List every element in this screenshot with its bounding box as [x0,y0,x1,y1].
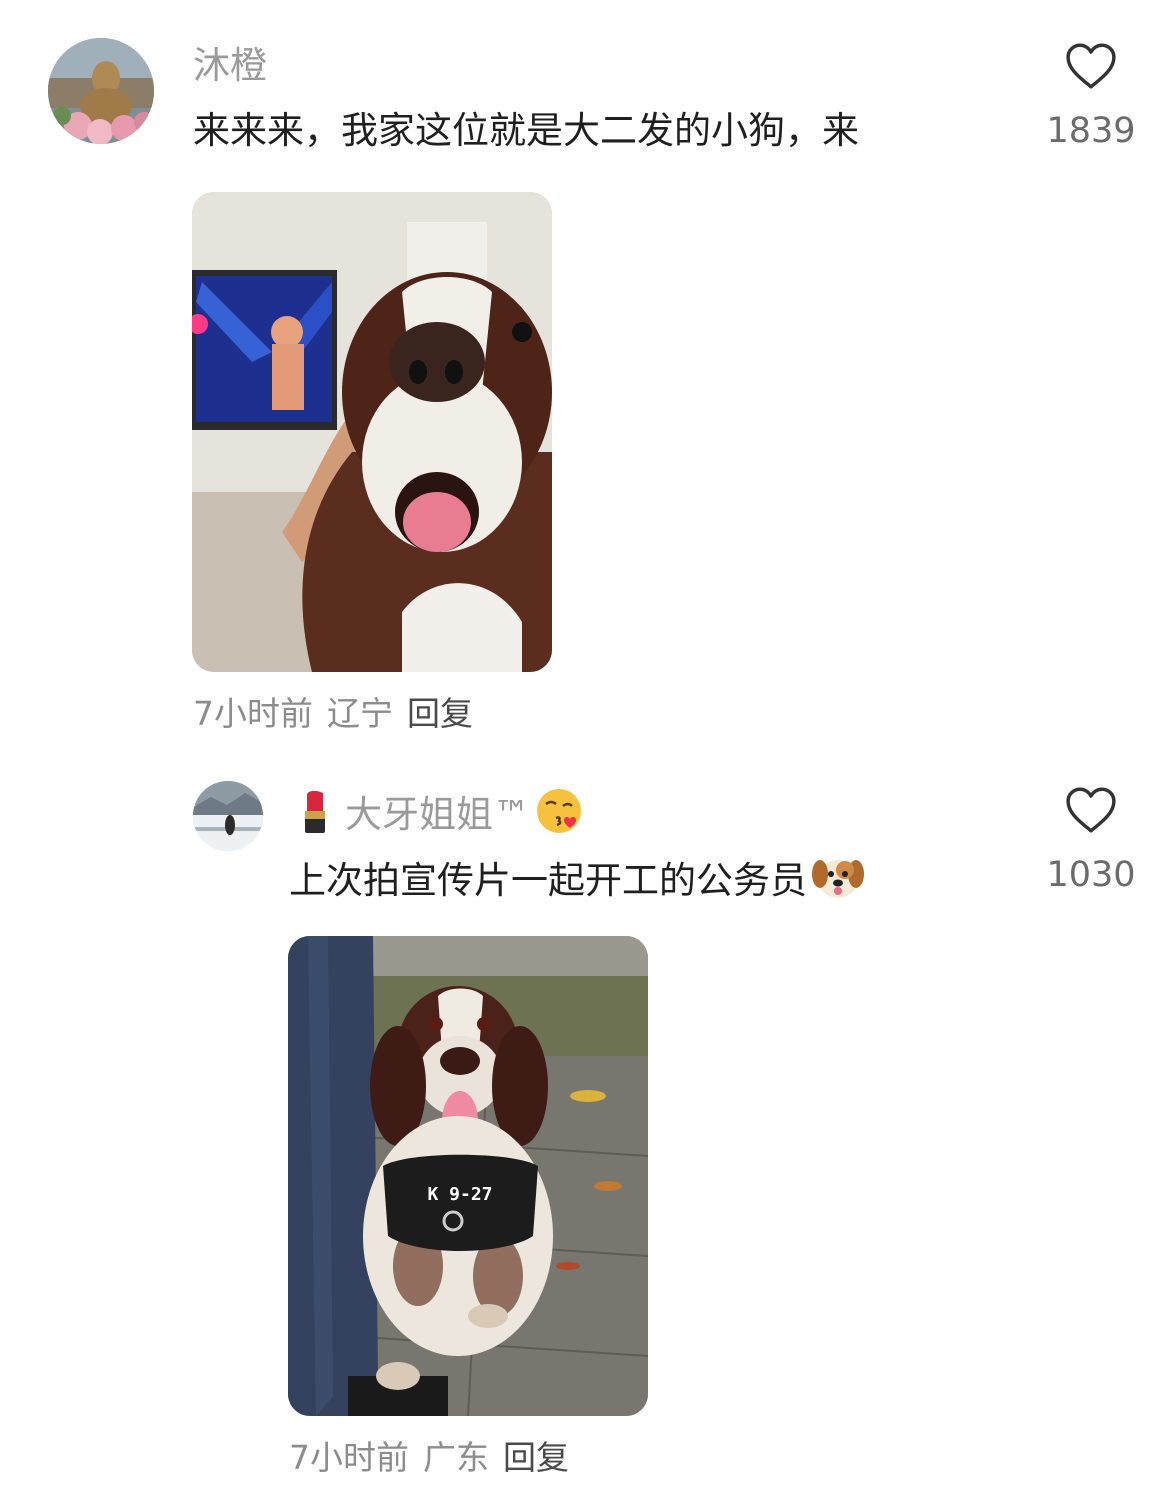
comment-image[interactable]: K 9-27 [288,936,648,1416]
like-count: 1030 [1046,855,1136,895]
reply-button[interactable]: 回复 [503,1438,569,1477]
lipstick-icon [293,787,337,845]
reply-button[interactable]: 回复 [407,694,473,733]
like-button[interactable] [1041,786,1141,834]
heart-icon [1066,787,1116,833]
like-button[interactable] [1041,42,1141,90]
comment-text-row: 上次拍宣传片一起开工的公务员 [289,852,865,913]
comment-username[interactable]: 沐橙 [193,44,267,88]
comment-meta: 7小时前 辽宁 回复 [193,694,487,734]
comment-text: 来来来，我家这位就是大二发的小狗，来 [193,109,859,152]
avatar[interactable] [48,38,154,144]
comment-meta: 7小时前 广东 回复 [289,1438,583,1478]
like-count: 1839 [1046,111,1136,151]
comment-location: 辽宁 [327,694,393,733]
dog-face-icon [811,852,865,913]
harness-label: K 9-27 [427,1184,492,1205]
comment-time: 7小时前 [289,1438,409,1477]
comment-image[interactable] [192,192,552,672]
comment-text: 上次拍宣传片一起开工的公务员 [289,859,807,902]
comment-username-row[interactable]: 大牙姐姐™ [293,786,584,846]
police-dog-harness-photo: K 9-27 [288,936,648,1416]
dog-with-tv-photo [192,192,552,672]
snowy-landscape-avatar [193,781,263,851]
comment-username[interactable]: 大牙姐姐™ [345,793,530,836]
comment-location: 广东 [423,1438,489,1477]
comment-time: 7小时前 [193,694,313,733]
buddha-statue-flowers-avatar [48,38,154,144]
heart-icon [1066,43,1116,89]
avatar[interactable] [193,781,263,851]
kissing-face-icon [534,786,584,846]
